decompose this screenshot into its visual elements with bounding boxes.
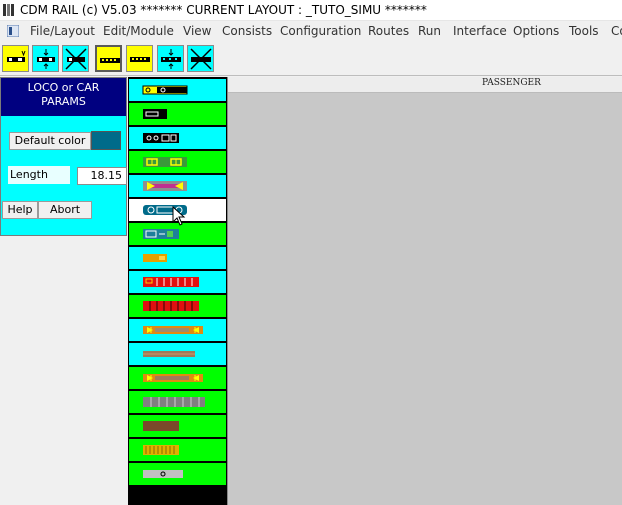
- canvas-header: PASSENGER: [228, 77, 622, 93]
- menu-routes[interactable]: Routes: [368, 24, 409, 38]
- loco-yellow-black-icon: [142, 85, 188, 95]
- palette-item[interactable]: [129, 79, 226, 101]
- loco-icon: [7, 50, 26, 62]
- car-yellow-icon: [130, 57, 150, 62]
- palette-item[interactable]: [129, 271, 226, 293]
- loco-delete-icon: [65, 48, 87, 70]
- car-split-icon: [161, 49, 181, 69]
- menu-edit-module[interactable]: Edit/Module: [103, 24, 174, 38]
- toolbar-loco-split-button[interactable]: [32, 45, 59, 72]
- menu-bar: File/Layout Edit/Module View Consists Co…: [0, 21, 622, 41]
- car-icon: [100, 58, 120, 63]
- orange-long-car-icon: [143, 326, 203, 334]
- title-bar: CDM RAIL (c) V5.03 ******* CURRENT LAYOU…: [0, 0, 622, 21]
- palette-item[interactable]: [129, 175, 226, 197]
- menu-consists[interactable]: Consists: [222, 24, 272, 38]
- menu-run[interactable]: Run: [418, 24, 441, 38]
- orange-small-car-icon: [143, 254, 167, 262]
- layout-canvas[interactable]: PASSENGER: [227, 77, 622, 505]
- app-icon: [3, 4, 14, 16]
- default-color-swatch[interactable]: [91, 131, 121, 150]
- palette-item[interactable]: [129, 391, 226, 413]
- red-windows-car-icon: [143, 277, 199, 287]
- menu-configuration[interactable]: Configuration: [280, 24, 361, 38]
- yellow-ribbed-car-icon: [143, 445, 179, 455]
- black-box-car-icon: [143, 109, 167, 119]
- length-label: Length: [10, 168, 48, 181]
- palette-item[interactable]: [129, 223, 226, 245]
- palette-item[interactable]: [129, 151, 226, 173]
- loco-split-icon: [37, 49, 55, 69]
- params-title-line2: PARAMS: [41, 95, 86, 108]
- grey-windows-car-icon: [143, 397, 205, 407]
- menu-file-layout[interactable]: File/Layout: [30, 24, 95, 38]
- grey-small-car-icon: [143, 470, 183, 478]
- brown-box-car-icon: [143, 421, 179, 431]
- abort-button[interactable]: Abort: [38, 201, 92, 219]
- palette-item[interactable]: [129, 439, 226, 461]
- toolbar: [0, 41, 622, 76]
- loco-car-params-panel: LOCO or CAR PARAMS Default color Length …: [0, 77, 127, 236]
- car-delete-icon: [190, 48, 212, 70]
- menu-view[interactable]: View: [183, 24, 211, 38]
- red-coach-icon: [143, 301, 199, 311]
- brown-flat-car-icon: [143, 351, 195, 357]
- toolbar-car-button[interactable]: [95, 45, 122, 72]
- toolbar-car-yellow-button[interactable]: [126, 45, 153, 72]
- default-color-button[interactable]: Default color: [9, 132, 91, 150]
- green-teal-car-icon: [143, 229, 179, 239]
- menu-tools[interactable]: Tools: [569, 24, 599, 38]
- palette-item[interactable]: [129, 343, 226, 365]
- params-title-line1: LOCO or CAR: [27, 81, 100, 94]
- params-panel-header: LOCO or CAR PARAMS: [1, 78, 126, 116]
- palette-item[interactable]: [129, 127, 226, 149]
- system-menu-icon[interactable]: [7, 25, 19, 37]
- green-yellow-car-icon: [143, 157, 187, 167]
- palette-item[interactable]: [129, 103, 226, 125]
- mouse-cursor-icon: [172, 206, 186, 226]
- canvas-category-label: PASSENGER: [482, 78, 541, 88]
- toolbar-loco-button[interactable]: [2, 45, 29, 72]
- grey-magenta-car-icon: [143, 181, 187, 191]
- palette-item[interactable]: [129, 247, 226, 269]
- menu-interface[interactable]: Interface: [453, 24, 507, 38]
- black-passenger-car-icon: [143, 133, 179, 143]
- window-title: CDM RAIL (c) V5.03 ******* CURRENT LAYOU…: [20, 3, 427, 17]
- palette-item[interactable]: [129, 367, 226, 389]
- help-button[interactable]: Help: [2, 201, 38, 219]
- menu-options[interactable]: Options: [513, 24, 559, 38]
- toolbar-loco-delete-button[interactable]: [62, 45, 89, 72]
- length-field[interactable]: 18.15: [77, 167, 127, 185]
- orange-brown-car-icon: [143, 374, 203, 382]
- rolling-stock-palette: [128, 77, 227, 505]
- toolbar-car-split-button[interactable]: [157, 45, 184, 72]
- palette-item[interactable]: [129, 463, 226, 485]
- palette-item[interactable]: [129, 295, 226, 317]
- palette-item[interactable]: [129, 415, 226, 437]
- palette-item[interactable]: [129, 319, 226, 341]
- menu-more[interactable]: Co: [611, 24, 622, 38]
- length-label-box: Length: [8, 166, 70, 184]
- toolbar-car-delete-button[interactable]: [187, 45, 214, 72]
